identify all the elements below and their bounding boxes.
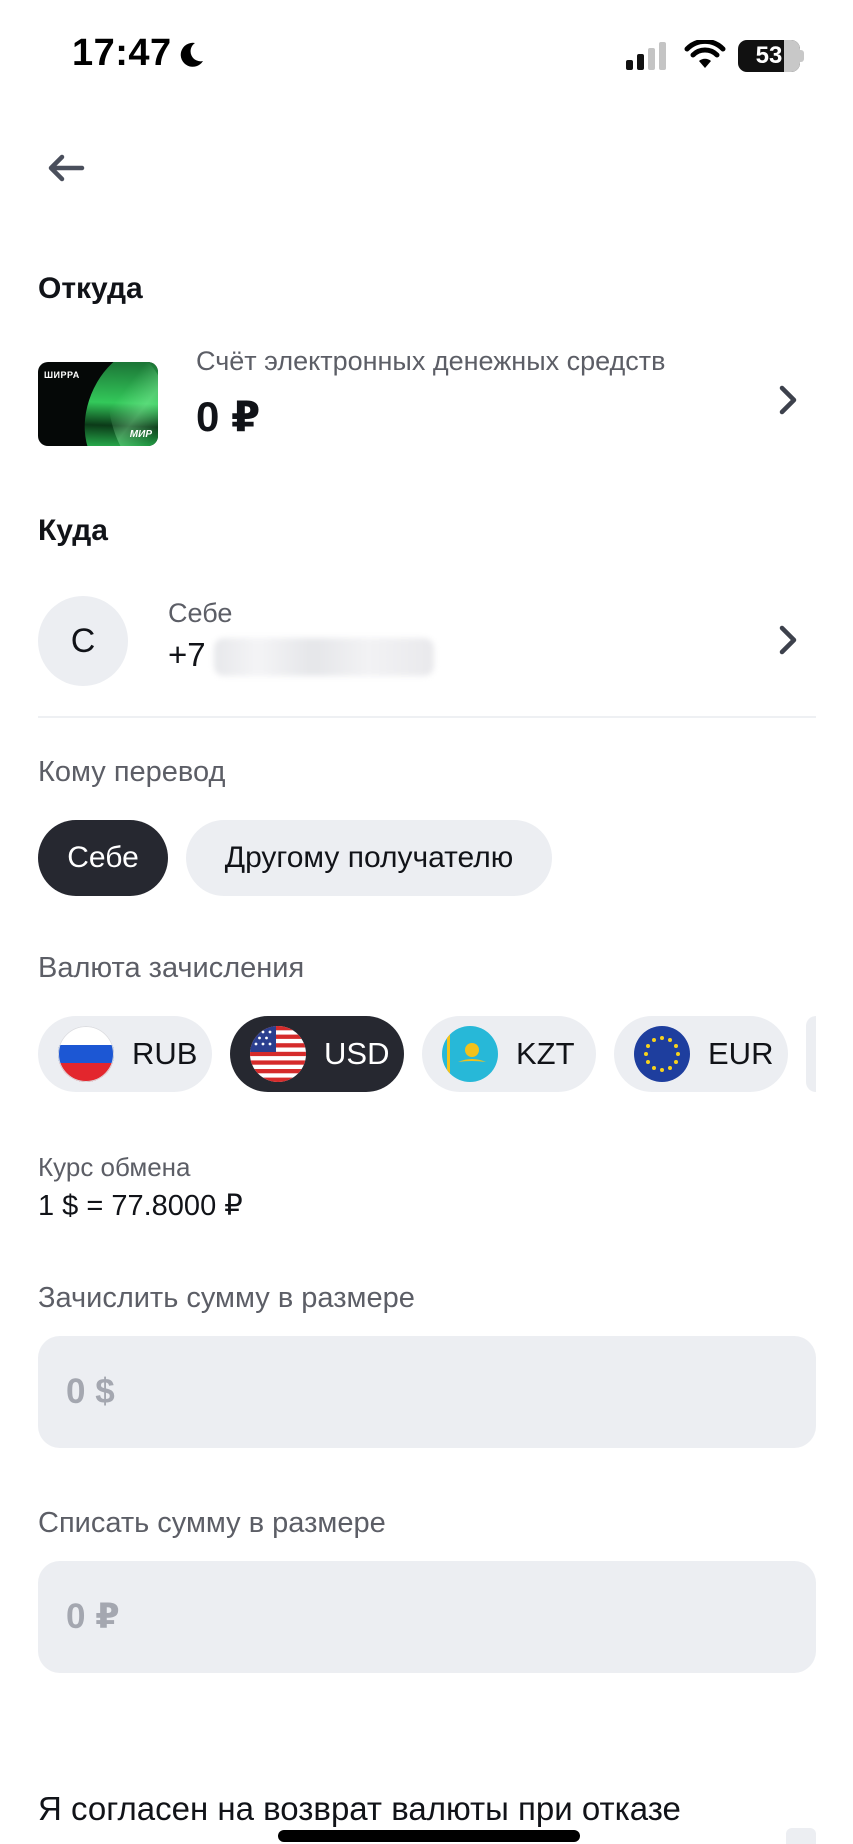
currency-code: RUB — [132, 1036, 198, 1071]
recipient-type-label: Кому перевод — [38, 756, 226, 788]
currency-rub[interactable]: RUB — [38, 1016, 212, 1092]
credit-amount-placeholder: 0 $ — [66, 1372, 115, 1411]
avatar: С — [38, 596, 128, 686]
from-title: Откуда — [38, 272, 143, 305]
signal-icon — [626, 42, 666, 70]
to-recipient-selector[interactable]: С Себе +7 — [38, 596, 816, 688]
chevron-right-icon — [779, 625, 797, 655]
eu-flag-icon — [634, 1026, 690, 1082]
agreement-checkbox[interactable] — [786, 1828, 816, 1844]
exchange-rate-label: Курс обмена — [38, 1152, 191, 1182]
account-label: Счёт электронных денежных средств — [196, 346, 666, 376]
currency-next-partial[interactable] — [806, 1016, 816, 1092]
chip-other-recipient[interactable]: Другому получателю — [186, 820, 552, 896]
exchange-rate-value: 1 $ = 77.8000 ₽ — [38, 1190, 243, 1222]
debit-amount-placeholder: 0 ₽ — [66, 1597, 120, 1636]
home-indicator — [278, 1830, 580, 1842]
russia-flag-icon — [58, 1026, 114, 1082]
card-network: МИР — [129, 429, 152, 440]
currency-usd[interactable]: USD — [230, 1016, 404, 1092]
currency-code: EUR — [708, 1036, 774, 1071]
agreement-text[interactable]: Я согласен на возврат валюты при отказе — [38, 1790, 681, 1828]
debit-amount-label: Списать сумму в размере — [38, 1507, 386, 1539]
to-title: Куда — [38, 514, 108, 547]
divider — [38, 716, 816, 718]
account-balance: 0 ₽ — [196, 393, 261, 440]
credit-amount-label: Зачислить сумму в размере — [38, 1282, 415, 1314]
credit-amount-input[interactable]: 0 $ — [38, 1336, 816, 1448]
currency-kzt[interactable]: KZT — [422, 1016, 596, 1092]
arrow-left-icon — [48, 154, 85, 182]
battery-tip — [800, 50, 804, 62]
chevron-right-icon — [779, 385, 797, 415]
currency-code: KZT — [516, 1036, 575, 1071]
from-account-selector[interactable]: ШИРРА МИР Счёт электронных денежных сред… — [38, 346, 816, 462]
recipient-phone-prefix: +7 — [168, 636, 206, 673]
phone-number-redacted — [214, 638, 434, 676]
currency-label: Валюта зачисления — [38, 952, 305, 984]
debit-amount-input[interactable]: 0 ₽ — [38, 1561, 816, 1673]
battery-level: 53 — [755, 42, 783, 69]
battery-icon: 53 — [738, 40, 800, 72]
wifi-icon — [684, 40, 726, 68]
kazakhstan-flag-icon — [442, 1026, 498, 1082]
status-time: 17:47 — [72, 32, 172, 74]
chip-self[interactable]: Себе — [38, 820, 168, 896]
moon-icon — [180, 42, 203, 67]
recipient-label: Себе — [168, 598, 233, 628]
back-button[interactable] — [38, 140, 94, 196]
currency-eur[interactable]: EUR — [614, 1016, 788, 1092]
currency-code: USD — [324, 1036, 390, 1071]
usa-flag-icon — [250, 1026, 306, 1082]
bank-card-image: ШИРРА МИР — [38, 362, 158, 446]
card-brand: ШИРРА — [44, 370, 80, 380]
